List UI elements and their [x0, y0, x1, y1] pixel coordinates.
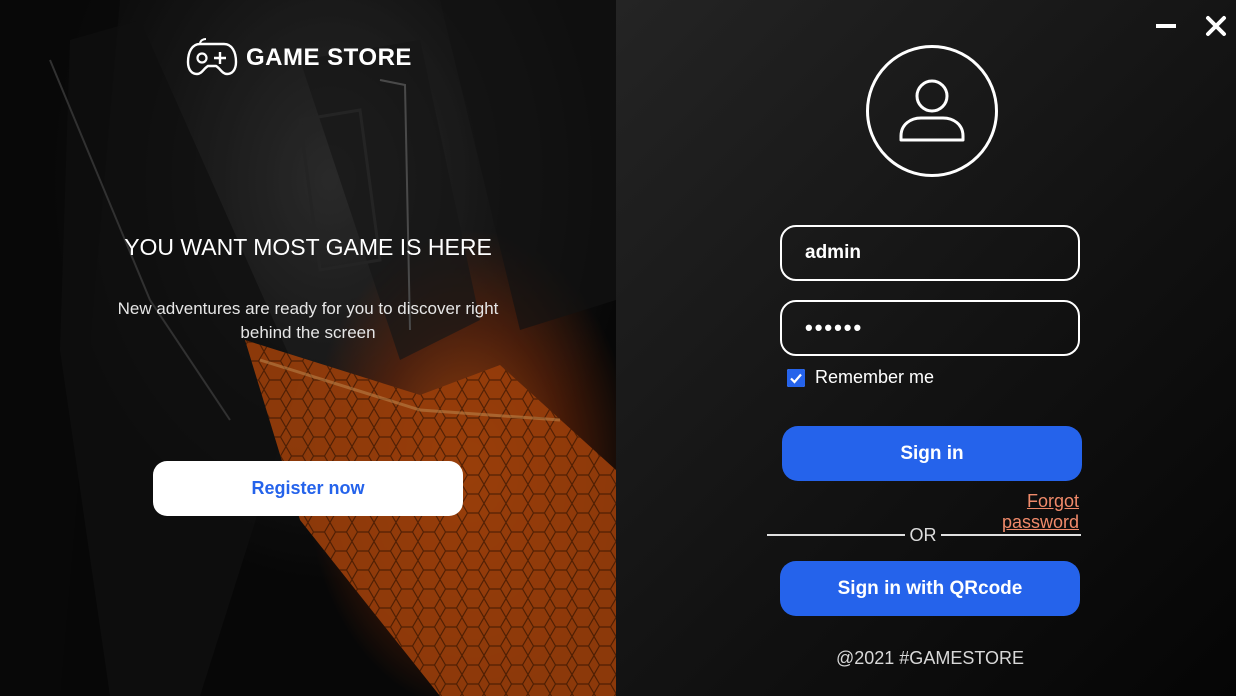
username-field[interactable]	[780, 225, 1080, 281]
divider-line-right	[941, 534, 1081, 536]
password-input[interactable]	[803, 314, 1067, 342]
minimize-icon[interactable]	[1152, 12, 1180, 40]
checkmark-icon	[787, 368, 805, 387]
divider-line-left	[767, 534, 905, 536]
or-label: OR	[909, 525, 937, 545]
or-divider: OR	[767, 524, 1081, 548]
sign-in-button[interactable]: Sign in	[782, 426, 1082, 481]
register-button[interactable]: Register now	[153, 461, 463, 516]
remember-checkbox[interactable]	[787, 368, 805, 387]
qr-sign-in-button[interactable]: Sign in with QRcode	[780, 561, 1080, 616]
close-icon[interactable]	[1202, 12, 1230, 40]
avatar	[866, 45, 998, 177]
remember-label: Remember me	[815, 367, 935, 387]
brand-name: GAME STORE	[246, 44, 412, 71]
footer-copyright: @2021 #GAMESTORE	[835, 648, 1024, 668]
login-panel: Remember me Sign in Forgot password OR S…	[616, 0, 1236, 696]
promo-tagline: New adventures are ready for you to disc…	[117, 299, 499, 342]
password-field[interactable]	[780, 300, 1080, 356]
background-artwork	[0, 0, 616, 696]
promo-headline: YOU WANT MOST GAME IS HERE	[124, 234, 492, 260]
user-icon	[899, 79, 965, 142]
username-input[interactable]	[803, 241, 1067, 265]
promo-panel: GAME STORE YOU WANT MOST GAME IS HERE Ne…	[0, 0, 616, 696]
gamepad-icon	[186, 38, 238, 76]
remember-me[interactable]: Remember me	[787, 367, 934, 388]
brand-logo: GAME STORE	[186, 38, 412, 78]
